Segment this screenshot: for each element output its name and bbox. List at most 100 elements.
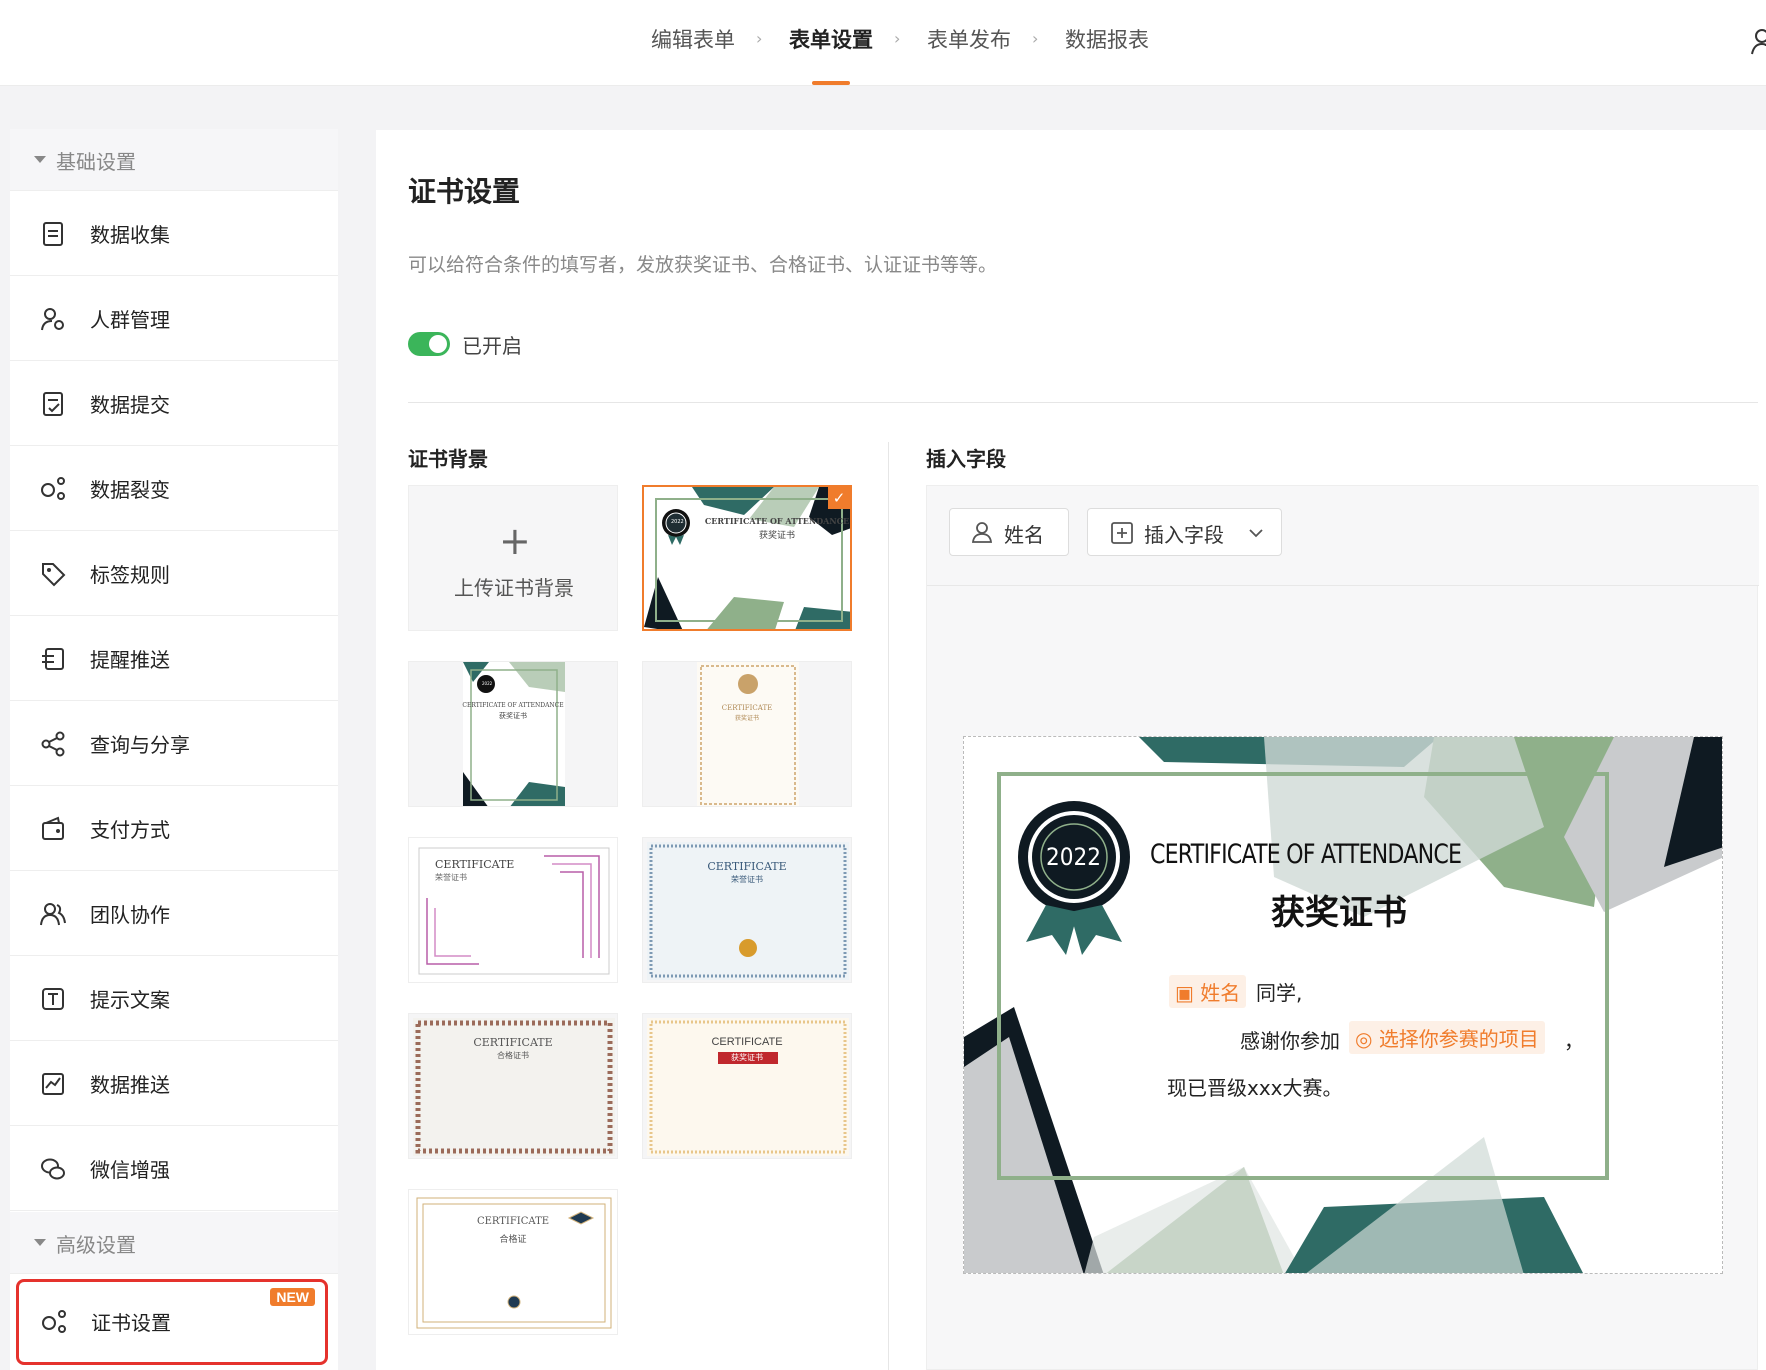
thumb-artwork — [416, 1197, 612, 1329]
sidebar-item-label: 提醒推送 — [90, 648, 170, 672]
sidebar-item-label: 数据收集 — [90, 223, 170, 247]
sidebar-item-reminder[interactable]: 提醒推送 — [10, 616, 338, 701]
divider — [408, 402, 1758, 403]
thumb-title: CERTIFICATE OF ATTENDANCE — [704, 516, 850, 526]
thumb-title: CERTIFICATE — [435, 858, 515, 871]
bg-thumb-8[interactable]: CERTIFICATE 合格证 — [408, 1189, 618, 1335]
chevron-right-icon: › — [894, 29, 901, 48]
upload-label: 上传证书背景 — [454, 576, 574, 600]
sidebar-item-label: 团队协作 — [90, 903, 170, 927]
sidebar-item-certificate[interactable]: 证书设置 NEW — [16, 1279, 328, 1365]
vertical-divider — [888, 442, 889, 1370]
plus-icon: + — [499, 519, 531, 563]
sidebar-item-label: 证书设置 — [91, 1311, 171, 1335]
chevron-right-icon: › — [1032, 29, 1039, 48]
thumb-title: CERTIFICATE — [473, 1036, 553, 1049]
insert-field-dropdown[interactable]: 插入字段 — [1087, 508, 1282, 556]
bg-thumb-4[interactable]: CERTIFICATE 荣誉证书 — [408, 837, 618, 983]
thumb-subtitle: 合格证 — [499, 1235, 527, 1245]
top-nav: 编辑表单 › 表单设置 › 表单发布 › 数据报表 — [0, 0, 1766, 86]
bg-thumb-5[interactable]: CERTIFICATE 荣誉证书 — [642, 837, 852, 983]
person-card-icon: ▣ — [1175, 981, 1201, 1005]
certificate-artwork — [964, 737, 1722, 1273]
sidebar-item-label: 数据裂变 — [90, 478, 170, 502]
step-data-report[interactable]: 数据报表 — [1065, 24, 1149, 58]
sidebar-item-tag-rules[interactable]: 标签规则 — [10, 531, 338, 616]
share-icon — [41, 731, 65, 757]
user-icon — [971, 522, 993, 543]
thumb-title: CERTIFICATE OF ATTENDANCE — [462, 702, 564, 709]
thumb-title: CERTIFICATE — [711, 1036, 783, 1048]
bg-thumb-1[interactable]: CERTIFICATE OF ATTENDANCE 获奖证书 2022 ✓ — [642, 485, 852, 631]
chevron-down-icon — [1249, 529, 1263, 538]
wallet-icon — [42, 816, 64, 840]
chip-label: 姓名 — [1200, 981, 1241, 1005]
cert-line2-prefix: 感谢你参加 — [1240, 1029, 1340, 1053]
bg-thumb-2[interactable]: CERTIFICATE OF ATTENDANCE 获奖证书 2022 — [408, 661, 618, 807]
sidebar-item-tip-text[interactable]: 提示文案 — [10, 956, 338, 1041]
name-field-button[interactable]: 姓名 — [949, 508, 1069, 556]
thumb-badge: 2022 — [671, 519, 684, 525]
target-icon: ◎ — [1355, 1027, 1379, 1051]
sidebar-item-team[interactable]: 团队协作 — [10, 871, 338, 956]
document-check-icon — [43, 392, 63, 416]
bg-thumb-6[interactable]: CERTIFICATE 合格证书 — [408, 1013, 618, 1159]
sidebar-item-audience[interactable]: 人群管理 — [10, 276, 338, 361]
cert-line3: 现已晋级xxx大赛。 — [1167, 1076, 1343, 1100]
sidebar-item-query-share[interactable]: 查询与分享 — [10, 701, 338, 786]
sidebar-item-label: 提示文案 — [90, 988, 170, 1012]
chevron-right-icon: › — [756, 29, 763, 48]
thumb-title: CERTIFICATE — [721, 704, 773, 712]
share-nodes-icon — [41, 477, 65, 500]
thumb-artwork — [697, 662, 799, 806]
sidebar-item-payment[interactable]: 支付方式 — [10, 786, 338, 871]
chip-label: 选择你参赛的项目 — [1378, 1027, 1539, 1051]
caret-down-icon — [34, 1239, 46, 1246]
project-field-chip[interactable]: ◎ 选择你参赛的项目 — [1349, 1021, 1545, 1054]
tag-icon — [42, 563, 66, 587]
sidebar-item-label: 支付方式 — [90, 818, 170, 842]
thumb-artwork — [463, 662, 565, 806]
thumb-artwork — [644, 487, 850, 629]
sidebar-item-label: 数据提交 — [90, 393, 170, 417]
bg-thumb-3[interactable]: CERTIFICATE 获奖证书 — [642, 661, 852, 807]
thumb-subtitle: 获奖证书 — [499, 712, 527, 720]
sidebar-item-data-push[interactable]: 数据推送 — [10, 1041, 338, 1126]
thumb-subtitle: 合格证书 — [497, 1051, 529, 1060]
thumb-title: CERTIFICATE — [476, 1216, 550, 1227]
sidebar-item-label: 查询与分享 — [90, 733, 190, 757]
wechat-icon — [41, 1158, 65, 1180]
document-icon — [43, 222, 63, 246]
thumb-subtitle: 荣誉证书 — [731, 875, 763, 884]
text-icon — [42, 988, 64, 1010]
bg-thumb-7[interactable]: CERTIFICATE 获奖证书 — [642, 1013, 852, 1159]
badge-year: 2022 — [1046, 843, 1101, 871]
upload-background-button[interactable]: + 上传证书背景 — [408, 485, 618, 631]
sidebar-item-label: 数据推送 — [90, 1073, 170, 1097]
step-form-publish[interactable]: 表单发布 — [927, 24, 1011, 58]
user-icon[interactable] — [1748, 26, 1766, 56]
sidebar-item-label: 人群管理 — [90, 308, 170, 332]
sidebar-item-label: 微信增强 — [90, 1158, 170, 1182]
sidebar-item-data-collect[interactable]: 数据收集 — [10, 191, 338, 276]
page-description: 可以给符合条件的填写者，发放获奖证书、合格证书、认证证书等等。 — [408, 254, 998, 276]
step-form-settings[interactable]: 表单设置 — [789, 24, 873, 58]
cert-line1: 同学, — [1256, 981, 1303, 1005]
thumb-subtitle: 获奖证书 — [734, 715, 759, 722]
new-badge: NEW — [270, 1288, 315, 1306]
sidebar-item-wechat[interactable]: 微信增强 — [10, 1126, 338, 1211]
thumb-subtitle: 获奖证书 — [731, 1053, 763, 1062]
caret-down-icon — [34, 156, 46, 163]
user-gear-icon — [41, 308, 64, 331]
field-toolbar: 姓名 插入字段 — [927, 486, 1759, 586]
certificate-title-cn: 获奖证书 — [1271, 893, 1407, 933]
sidebar-item-data-submit[interactable]: 数据提交 — [10, 361, 338, 446]
group-advanced-settings[interactable]: 高级设置 — [10, 1212, 338, 1274]
toggle-label: 已开启 — [462, 334, 522, 358]
sidebar-item-data-fission[interactable]: 数据裂变 — [10, 446, 338, 531]
step-edit-form[interactable]: 编辑表单 — [651, 24, 735, 58]
cert-line2-suffix: ， — [1564, 1029, 1584, 1053]
name-field-chip[interactable]: ▣ 姓名 — [1169, 975, 1247, 1008]
certificate-toggle[interactable] — [408, 332, 450, 356]
group-basic-settings[interactable]: 基础设置 — [10, 129, 338, 191]
